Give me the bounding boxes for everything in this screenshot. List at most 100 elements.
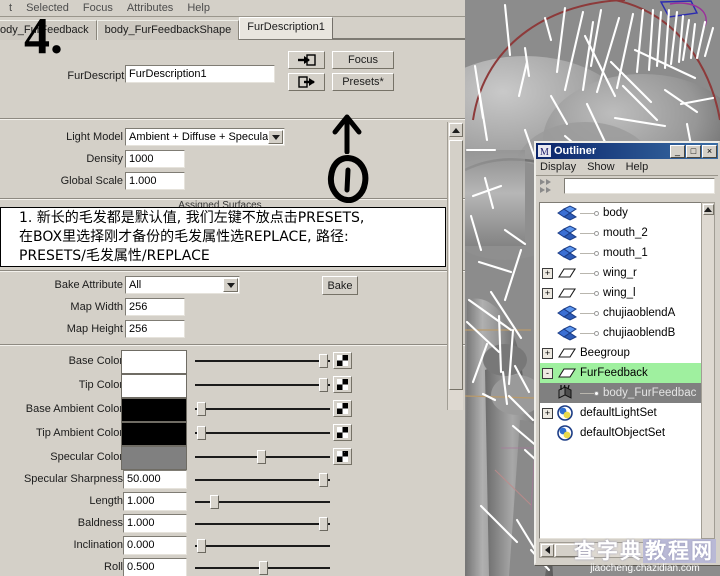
- specular-sharpness-slider[interactable]: [195, 472, 330, 488]
- roll-input[interactable]: 0.500: [123, 558, 187, 576]
- chevron-down-icon[interactable]: [268, 130, 283, 144]
- fur-description-input[interactable]: FurDescription1: [125, 65, 275, 83]
- expand-toggle[interactable]: +: [542, 407, 553, 419]
- roll-slider[interactable]: [195, 560, 330, 576]
- light-model-dropdown[interactable]: Ambient + Diffuse + Specular: [125, 128, 285, 146]
- set-icon: [557, 405, 573, 421]
- inclination-slider[interactable]: [195, 538, 330, 554]
- base-color-map-button[interactable]: [333, 352, 352, 369]
- slider-track: [195, 360, 330, 362]
- list-item[interactable]: mouth_2: [540, 223, 714, 243]
- specular-sharpness-input[interactable]: 50.000: [123, 470, 187, 489]
- watermark-text-a: 查字典: [574, 539, 643, 563]
- slider-thumb[interactable]: [197, 426, 206, 440]
- list-item[interactable]: body_FurFeedbac: [540, 383, 714, 403]
- map-height-input[interactable]: 256: [125, 320, 185, 338]
- focus-button[interactable]: Focus: [332, 51, 394, 69]
- fast-forward-icon[interactable]: [539, 178, 561, 194]
- tip-ambient-color-slider[interactable]: [195, 425, 330, 441]
- map-width-input[interactable]: 256: [125, 298, 185, 316]
- base-ambient-color-map-button[interactable]: [333, 400, 352, 417]
- menu-item-help[interactable]: Help: [180, 1, 217, 16]
- outliner-scroll-left-button[interactable]: [541, 543, 554, 557]
- menu-item-focus[interactable]: Focus: [76, 1, 120, 16]
- select-in-icon-button[interactable]: [288, 51, 325, 69]
- chevron-down-icon-2[interactable]: [223, 278, 238, 292]
- outliner-vertical-scrollbar[interactable]: [701, 202, 715, 539]
- base-ambient-color-label: Base Ambient Color: [25, 403, 123, 415]
- minimize-button[interactable]: _: [670, 144, 685, 158]
- scroll-up-button[interactable]: [449, 123, 463, 137]
- list-item[interactable]: body: [540, 203, 714, 223]
- base-color-slider[interactable]: [195, 353, 330, 369]
- specular-color-swatch[interactable]: [121, 446, 187, 470]
- tree-node-dot: [594, 250, 599, 256]
- density-input[interactable]: 1000: [125, 150, 185, 168]
- list-item[interactable]: + defaultLightSet: [540, 403, 714, 423]
- bake-attribute-dropdown[interactable]: All: [125, 276, 240, 294]
- base-color-swatch[interactable]: [121, 350, 187, 374]
- maximize-button[interactable]: □: [686, 144, 701, 158]
- menu-item-list[interactable]: t: [2, 1, 19, 16]
- slider-thumb[interactable]: [319, 378, 328, 392]
- presets-button[interactable]: Presets*: [332, 73, 394, 91]
- roll-label: Roll: [104, 561, 123, 573]
- outliner-window[interactable]: M Outliner _ □ × Display Show Help body …: [534, 141, 720, 565]
- tab-body-furfeedbackshape[interactable]: body_FurFeedbackShape: [96, 20, 240, 40]
- slider-thumb[interactable]: [259, 561, 268, 575]
- list-item[interactable]: + wing_l: [540, 283, 714, 303]
- specular-color-map-button[interactable]: [333, 448, 352, 465]
- list-item[interactable]: defaultObjectSet: [540, 423, 714, 443]
- baldness-input[interactable]: 1.000: [123, 514, 187, 533]
- menu-item-attributes[interactable]: Attributes: [120, 1, 180, 16]
- list-item[interactable]: + Beegroup: [540, 343, 714, 363]
- slider-thumb[interactable]: [319, 473, 328, 487]
- list-item[interactable]: mouth_1: [540, 243, 714, 263]
- specular-color-slider[interactable]: [195, 449, 330, 465]
- expand-toggle[interactable]: -: [542, 367, 553, 379]
- select-out-icon-button[interactable]: [288, 73, 325, 91]
- outliner-titlebar[interactable]: M Outliner _ □ ×: [536, 143, 718, 159]
- expand-toggle[interactable]: +: [542, 347, 553, 359]
- base-ambient-color-slider[interactable]: [195, 401, 330, 417]
- attribute-editor-scrollbar[interactable]: [447, 122, 463, 410]
- tip-color-swatch[interactable]: [121, 374, 187, 398]
- slider-thumb[interactable]: [197, 402, 206, 416]
- slider-thumb[interactable]: [197, 539, 206, 553]
- expand-toggle[interactable]: +: [542, 267, 553, 279]
- outliner-menu-show[interactable]: Show: [587, 161, 626, 173]
- list-item[interactable]: chujiaoblendB: [540, 323, 714, 343]
- global-scale-input[interactable]: 1.000: [125, 172, 185, 190]
- outliner-menu-help[interactable]: Help: [626, 161, 660, 173]
- inclination-input[interactable]: 0.000: [123, 536, 187, 555]
- list-item[interactable]: - FurFeedback: [540, 363, 714, 383]
- tree-connector: [580, 332, 594, 334]
- slider-thumb[interactable]: [319, 517, 328, 531]
- tip-color-slider[interactable]: [195, 377, 330, 393]
- base-ambient-color-swatch[interactable]: [121, 398, 187, 422]
- outliner-search-input[interactable]: [564, 178, 715, 194]
- scrollbar-thumb[interactable]: [449, 140, 463, 390]
- outliner-scroll-up-button[interactable]: [702, 204, 714, 215]
- length-input[interactable]: 1.000: [123, 492, 187, 511]
- slider-thumb[interactable]: [257, 450, 266, 464]
- baldness-slider[interactable]: [195, 516, 330, 532]
- outliner-title: Outliner: [554, 145, 597, 157]
- tip-ambient-color-swatch[interactable]: [121, 422, 187, 446]
- tree-node-dot: [594, 290, 599, 296]
- tip-ambient-color-map-button[interactable]: [333, 424, 352, 441]
- expand-toggle[interactable]: +: [542, 287, 553, 299]
- slider-thumb[interactable]: [210, 495, 219, 509]
- outliner-list[interactable]: body mouth_2 mouth_1 + wing_r + wing_l c…: [539, 202, 715, 539]
- tip-color-map-button[interactable]: [333, 376, 352, 393]
- list-item-label: wing_l: [603, 287, 636, 299]
- list-item[interactable]: chujiaoblendA: [540, 303, 714, 323]
- list-item[interactable]: + wing_r: [540, 263, 714, 283]
- fur-feedback-icon: [558, 385, 572, 399]
- outliner-menu-display[interactable]: Display: [540, 161, 587, 173]
- close-button[interactable]: ×: [702, 144, 717, 158]
- slider-thumb[interactable]: [319, 354, 328, 368]
- bake-button[interactable]: Bake: [322, 276, 358, 295]
- tab-furdescription1[interactable]: FurDescription1: [239, 17, 333, 39]
- length-slider[interactable]: [195, 494, 330, 510]
